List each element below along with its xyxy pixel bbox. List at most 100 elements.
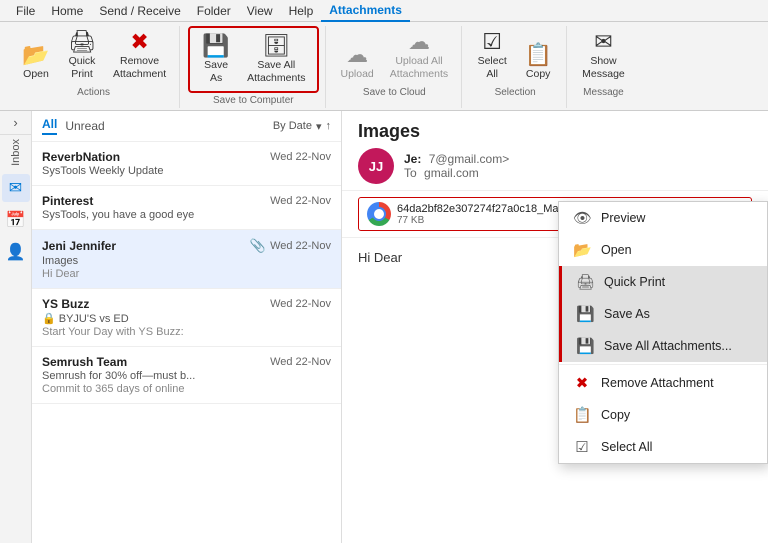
upload-label: Upload bbox=[341, 68, 374, 81]
remove-attachment-button[interactable]: ✖ RemoveAttachment bbox=[106, 26, 173, 85]
show-message-button[interactable]: ✉ ShowMessage bbox=[575, 26, 632, 85]
email-sender: ReverbNation bbox=[42, 150, 120, 164]
sidebar-nav-icons: ✉ 📅 👤 bbox=[2, 170, 30, 270]
email-subject: Semrush for 30% off—must b... bbox=[42, 370, 331, 382]
email-preview: Start Your Day with YS Buzz: bbox=[42, 326, 331, 338]
save-all-attachments-label: Save All Attachments... bbox=[604, 339, 732, 353]
upload-all-label: Upload AllAttachments bbox=[390, 55, 448, 80]
email-list-pane: All Unread By Date ▾ ↑ ReverbNation Wed … bbox=[32, 111, 342, 543]
quick-print-icon: 🖨 bbox=[576, 273, 594, 291]
menu-item-home[interactable]: Home bbox=[43, 1, 91, 21]
copy-button[interactable]: 📋 Copy bbox=[516, 39, 560, 86]
email-subject: SysTools Weekly Update bbox=[42, 165, 331, 177]
tab-unread[interactable]: Unread bbox=[65, 119, 104, 133]
email-item-reverbnation[interactable]: ReverbNation Wed 22-Nov SysTools Weekly … bbox=[32, 142, 341, 186]
email-item-pinterest[interactable]: Pinterest Wed 22-Nov SysTools, you have … bbox=[32, 186, 341, 230]
quick-print-label: QuickPrint bbox=[69, 55, 96, 80]
reading-pane: Images JJ Je: 7@gmail.com> To gmail.com bbox=[342, 111, 768, 543]
sort-direction: ↑ bbox=[326, 120, 332, 132]
cloud-buttons: ☁ Upload ☁ Upload AllAttachments bbox=[334, 26, 456, 85]
main-content: › Inbox ✉ 📅 👤 All Unread By Date ▾ ↑ Rev… bbox=[0, 111, 768, 543]
email-date: Wed 22-Nov bbox=[270, 195, 331, 207]
sort-selector[interactable]: By Date ▾ ↑ bbox=[273, 120, 331, 133]
actions-buttons: 📂 Open 🖨 QuickPrint ✖ RemoveAttachment bbox=[14, 26, 173, 85]
to-field: To gmail.com bbox=[404, 166, 509, 180]
email-item-jeni[interactable]: Jeni Jennifer 📎 Wed 22-Nov Images Hi Dea… bbox=[32, 230, 341, 289]
nav-calendar-button[interactable]: 📅 bbox=[2, 206, 30, 234]
quick-print-button[interactable]: 🖨 QuickPrint bbox=[60, 26, 104, 85]
tab-all[interactable]: All bbox=[42, 117, 57, 135]
email-date: Wed 22-Nov bbox=[270, 240, 331, 252]
ctx-item-remove-attachment[interactable]: ✖ Remove Attachment bbox=[559, 367, 767, 399]
message-icon: ✉ bbox=[594, 31, 612, 53]
ctx-item-open[interactable]: 📂 Open bbox=[559, 234, 767, 266]
ctx-item-save-as[interactable]: 💾 Save As bbox=[559, 298, 767, 330]
menu-item-view[interactable]: View bbox=[239, 1, 281, 21]
upload-button[interactable]: ☁ Upload bbox=[334, 39, 381, 86]
open-icon: 📂 bbox=[573, 241, 591, 259]
nav-mail-button[interactable]: ✉ bbox=[2, 174, 30, 202]
reading-from: JJ Je: 7@gmail.com> To gmail.com bbox=[358, 148, 752, 184]
copy-icon: 📋 bbox=[524, 44, 551, 66]
selection-buttons: ☑ SelectAll 📋 Copy bbox=[470, 26, 560, 85]
ribbon-group-cloud: ☁ Upload ☁ Upload AllAttachments Save to… bbox=[328, 26, 463, 108]
ctx-item-save-all-attachments[interactable]: 💾 Save All Attachments... bbox=[559, 330, 767, 362]
cloud-group-label: Save to Cloud bbox=[363, 87, 426, 98]
ctx-divider-save-all-attachments bbox=[559, 364, 767, 365]
email-list-scroll[interactable]: ReverbNation Wed 22-Nov SysTools Weekly … bbox=[32, 142, 341, 543]
ctx-item-preview[interactable]: 👁 Preview bbox=[559, 202, 767, 234]
nav-people-button[interactable]: 👤 bbox=[2, 238, 30, 266]
menu-item-attachments[interactable]: Attachments bbox=[321, 0, 410, 22]
menu-item-send-/-receive[interactable]: Send / Receive bbox=[91, 1, 188, 21]
email-preview: Commit to 365 days of online bbox=[42, 383, 331, 395]
ribbon-group-save: 💾 SaveAs 🗄 Save AllAttachments Save to C… bbox=[182, 26, 325, 108]
save-highlighted-group: 💾 SaveAs 🗄 Save AllAttachments bbox=[188, 26, 318, 93]
select-all-label: Select All bbox=[601, 440, 652, 454]
email-subject: 🔒 BYJU'S vs ED bbox=[42, 312, 331, 325]
print-icon: 🖨 bbox=[68, 31, 96, 53]
email-date: Wed 22-Nov bbox=[270, 356, 331, 368]
chrome-icon bbox=[367, 202, 391, 226]
reading-header: Images JJ Je: 7@gmail.com> To gmail.com bbox=[342, 111, 768, 191]
save-as-icon: 💾 bbox=[576, 305, 594, 323]
save-all-attachments-button[interactable]: 🗄 Save AllAttachments bbox=[240, 30, 312, 89]
ctx-item-copy[interactable]: 📋 Copy bbox=[559, 399, 767, 431]
select-all-icon: ☑ bbox=[573, 438, 591, 456]
email-item-ysbuzz[interactable]: YS Buzz Wed 22-Nov 🔒 BYJU'S vs ED Start … bbox=[32, 289, 341, 347]
sender-name: Je: 7@gmail.com> bbox=[404, 152, 509, 166]
ribbon-groups: 📂 Open 🖨 QuickPrint ✖ RemoveAttachment A… bbox=[8, 26, 760, 108]
email-date: Wed 22-Nov bbox=[270, 298, 331, 310]
save-as-label: SaveAs bbox=[204, 59, 228, 84]
select-icon: ☑ bbox=[482, 31, 502, 53]
sort-label: By Date bbox=[273, 120, 312, 132]
sort-chevron: ▾ bbox=[316, 120, 322, 133]
open-icon: 📂 bbox=[22, 44, 49, 66]
upload-all-button[interactable]: ☁ Upload AllAttachments bbox=[383, 26, 455, 85]
menu-bar: // render menu items FileHomeSend / Rece… bbox=[0, 0, 768, 22]
save-all-attachments-icon: 💾 bbox=[576, 337, 594, 355]
email-sender: Jeni Jennifer bbox=[42, 239, 116, 253]
open-button[interactable]: 📂 Open bbox=[14, 39, 58, 86]
preview-label: Preview bbox=[601, 211, 645, 225]
ribbon-group-actions: 📂 Open 🖨 QuickPrint ✖ RemoveAttachment A… bbox=[8, 26, 180, 108]
upload-icon: ☁ bbox=[346, 44, 368, 66]
email-item-semrush[interactable]: Semrush Team Wed 22-Nov Semrush for 30% … bbox=[32, 347, 341, 404]
remove-attachment-label: Remove Attachment bbox=[601, 376, 714, 390]
email-sender: Semrush Team bbox=[42, 355, 127, 369]
menu-item-help[interactable]: Help bbox=[281, 1, 322, 21]
from-details: Je: 7@gmail.com> To gmail.com bbox=[404, 152, 509, 180]
remove-icon: ✖ bbox=[130, 31, 148, 53]
email-date: Wed 22-Nov bbox=[270, 151, 331, 163]
menu-item-file[interactable]: File bbox=[8, 1, 43, 21]
select-all-button[interactable]: ☑ SelectAll bbox=[470, 26, 514, 85]
sidebar-expand-button[interactable]: › bbox=[0, 111, 31, 135]
menu-item-folder[interactable]: Folder bbox=[189, 1, 239, 21]
save-all-label: Save AllAttachments bbox=[247, 59, 305, 84]
quick-print-label: Quick Print bbox=[604, 275, 665, 289]
ctx-item-quick-print[interactable]: 🖨 Quick Print bbox=[559, 266, 767, 298]
copy-label: Copy bbox=[526, 68, 551, 81]
ctx-item-select-all[interactable]: ☑ Select All bbox=[559, 431, 767, 463]
message-buttons: ✉ ShowMessage bbox=[575, 26, 632, 85]
save-as-button[interactable]: 💾 SaveAs bbox=[194, 30, 238, 89]
inbox-label: Inbox bbox=[10, 135, 22, 170]
